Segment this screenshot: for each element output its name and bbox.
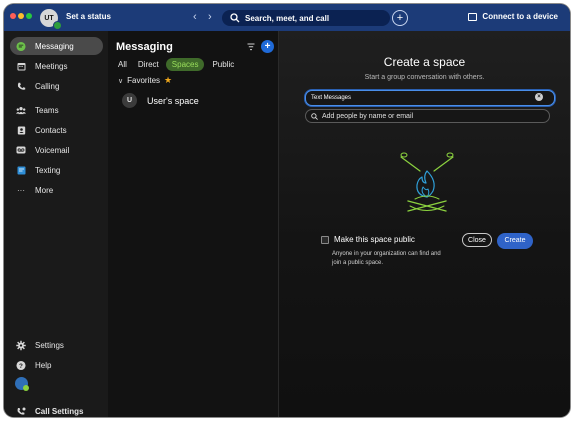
- sidebar-item-label: Help: [35, 360, 52, 370]
- sidebar-item-label: Meetings: [35, 61, 68, 71]
- device-icon: [468, 12, 478, 21]
- campfire-illustration: [400, 152, 454, 212]
- page-title: Messaging: [116, 41, 173, 53]
- favorites-label: Favorites: [127, 76, 161, 85]
- filter-tabs: All Direct Spaces Public: [118, 58, 245, 71]
- close-button[interactable]: Close: [462, 233, 492, 247]
- create-space-title: Create a space: [383, 55, 466, 69]
- sidebar-item-label: Voicemail: [35, 145, 70, 155]
- add-people-placeholder: Add people by name or email: [322, 112, 414, 120]
- tab-spaces[interactable]: Spaces: [165, 58, 205, 71]
- sidebar-item-label: Settings: [35, 340, 64, 350]
- sidebar-item-label: Calling: [35, 81, 60, 91]
- sidebar-item-texting[interactable]: Texting: [10, 161, 103, 179]
- filter-icon[interactable]: [247, 43, 255, 51]
- create-button[interactable]: Create: [497, 233, 533, 249]
- add-people-input[interactable]: Add people by name or email: [305, 109, 550, 123]
- create-space-panel: Create a space Start a group conversatio…: [279, 31, 570, 417]
- texting-icon: [16, 165, 26, 175]
- sidebar-item-label: Messaging: [35, 41, 74, 51]
- connect-device-button[interactable]: Connect to a device: [468, 12, 558, 21]
- more-icon: ···: [17, 185, 25, 195]
- profile-avatar[interactable]: [15, 377, 29, 391]
- sidebar-item-label: More: [35, 185, 54, 195]
- contacts-icon: [16, 125, 26, 135]
- tab-all[interactable]: All: [118, 58, 127, 71]
- new-action-button[interactable]: +: [392, 10, 408, 26]
- list-item[interactable]: U User's space: [122, 93, 199, 108]
- zoom-window-button[interactable]: [26, 13, 32, 19]
- search-icon: [311, 112, 318, 120]
- star-icon: ★: [164, 75, 173, 85]
- clear-input-icon[interactable]: ×: [535, 93, 543, 101]
- sidebar-item-settings[interactable]: Settings: [10, 336, 103, 354]
- tab-direct[interactable]: Direct: [138, 58, 159, 71]
- phone-icon: [16, 81, 26, 91]
- space-name: User's space: [147, 95, 199, 106]
- sidebar-item-label: Texting: [35, 165, 61, 175]
- gear-icon: [16, 340, 26, 350]
- phone-settings-icon: [16, 406, 26, 416]
- sidebar-item-label: Teams: [35, 105, 59, 115]
- tab-public[interactable]: Public: [212, 58, 234, 71]
- sidebar-item-voicemail[interactable]: Voicemail: [10, 141, 103, 159]
- chevron-down-icon: ∨: [118, 77, 124, 85]
- sidebar-item-help[interactable]: ? Help: [10, 356, 103, 374]
- sidebar-item-contacts[interactable]: Contacts: [10, 121, 103, 139]
- call-settings-label: Call Settings: [35, 406, 84, 416]
- call-settings-button[interactable]: Call Settings: [10, 402, 103, 417]
- presence-badge: [53, 21, 62, 30]
- make-public-row[interactable]: Make this space public: [321, 235, 415, 244]
- make-public-label: Make this space public: [334, 235, 415, 244]
- back-arrow-button[interactable]: ‹: [193, 10, 197, 24]
- search-icon: [230, 13, 240, 23]
- svg-text:?: ?: [19, 362, 23, 369]
- sidebar-item-label: Contacts: [35, 125, 67, 135]
- voicemail-icon: [16, 145, 26, 155]
- calendar-icon: [16, 61, 26, 71]
- search-placeholder: Search, meet, and call: [245, 13, 330, 23]
- messaging-list-panel: Messaging + All Direct Spaces Public ∨ F…: [108, 31, 279, 417]
- search-bar[interactable]: Search, meet, and call: [222, 10, 390, 26]
- sidebar-item-calling[interactable]: Calling: [10, 77, 103, 95]
- teams-icon: [16, 105, 26, 115]
- connect-device-label: Connect to a device: [482, 12, 558, 21]
- close-window-button[interactable]: [10, 13, 16, 19]
- set-status-button[interactable]: Set a status: [66, 12, 111, 21]
- add-space-button[interactable]: +: [261, 40, 274, 53]
- sidebar-item-meetings[interactable]: Meetings: [10, 57, 103, 75]
- space-avatar: U: [122, 93, 137, 108]
- presence-badge: [23, 385, 29, 391]
- create-space-subtitle: Start a group conversation with others.: [364, 74, 485, 81]
- make-public-description: Anyone in your organization can find and…: [332, 251, 441, 266]
- space-name-input[interactable]: [305, 90, 555, 106]
- sidebar: Messaging Meetings Calling Teams Contact…: [4, 31, 108, 417]
- app-window: UT Set a status ‹ › Search, meet, and ca…: [4, 4, 570, 417]
- favorites-section-header[interactable]: ∨ Favorites ★: [118, 75, 172, 86]
- chat-bubble-icon: [16, 41, 26, 51]
- help-icon: ?: [16, 360, 26, 370]
- sidebar-item-more[interactable]: ··· More: [10, 181, 103, 199]
- title-bar: UT Set a status ‹ › Search, meet, and ca…: [4, 4, 570, 31]
- forward-arrow-button[interactable]: ›: [208, 10, 212, 24]
- sidebar-item-messaging[interactable]: Messaging: [10, 37, 103, 55]
- minimize-window-button[interactable]: [18, 13, 24, 19]
- sidebar-item-teams[interactable]: Teams: [10, 101, 103, 119]
- make-public-checkbox[interactable]: [321, 235, 329, 244]
